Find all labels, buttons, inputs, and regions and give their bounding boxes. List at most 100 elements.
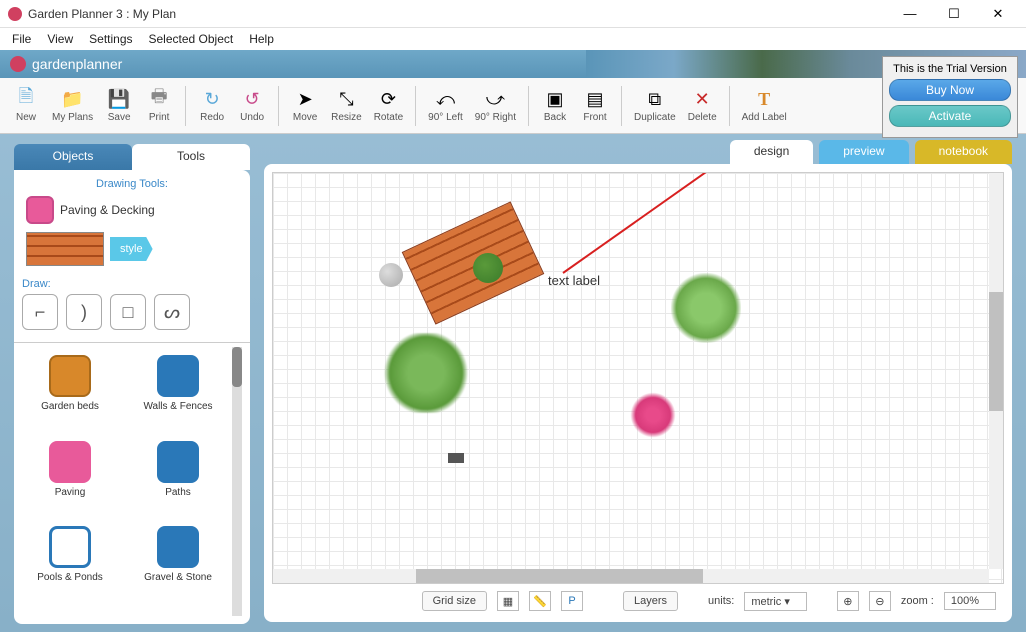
zoom-select[interactable]: 100% [944,592,996,610]
duplicate-button[interactable]: ⧉Duplicate [628,84,682,127]
zoom-label: zoom : [901,595,934,607]
brand-icon [10,56,26,72]
menu-selected-object[interactable]: Selected Object [141,30,242,48]
obj-paving[interactable]: Paving [26,441,114,523]
text-icon: T [753,88,775,110]
new-button[interactable]: 🗎New [6,84,46,127]
grid-toggle-icon[interactable]: ▦ [497,591,519,611]
status-bar: Grid size ▦ 📏 P Layers units: metric ▾ ⊕… [272,584,1004,614]
print-button[interactable]: 🖶Print [139,84,179,127]
canvas-hscrollbar[interactable] [273,569,989,583]
delete-button[interactable]: ✕Delete [682,84,723,127]
draw-rect-button[interactable]: ⌐ [22,294,58,330]
canvas-area: design preview notebook text label Grid … [258,134,1026,632]
brick-swatch[interactable] [26,232,104,266]
rotate-right-button[interactable]: ⤻90° Right [469,84,522,127]
paving-decking-row[interactable]: Paving & Decking [22,196,242,224]
buy-now-button[interactable]: Buy Now [889,79,1011,101]
style-button[interactable]: style [110,237,153,261]
flower-object[interactable] [628,391,678,439]
document-icon: 🗎 [15,88,37,110]
tab-notebook[interactable]: notebook [915,140,1012,164]
draw-curve-button[interactable]: ) [66,294,102,330]
paving-decking-icon [26,196,54,224]
delete-icon: ✕ [691,88,713,110]
separator [415,86,416,126]
gridsize-button[interactable]: Grid size [422,591,487,611]
small-object[interactable] [448,453,464,463]
annotation-arrow [553,172,743,283]
send-back-icon: ▣ [544,88,566,110]
move-button[interactable]: ➤Move [285,84,325,127]
pools-icon [49,526,91,568]
trial-popup: This is the Trial Version Buy Now Activa… [882,56,1018,138]
garden-bed-icon [49,355,91,397]
bush-object[interactable] [473,253,503,283]
print-icon: 🖶 [148,88,170,110]
maximize-button[interactable]: ☐ [942,6,966,22]
myplans-button[interactable]: 📁My Plans [46,84,99,127]
rotate-left-icon: ⤺ [434,88,456,110]
resize-button[interactable]: ⤡Resize [325,84,368,127]
activate-button[interactable]: Activate [889,105,1011,127]
front-button[interactable]: ▤Front [575,84,615,127]
tree-object-2[interactable] [671,273,741,343]
menu-settings[interactable]: Settings [81,30,140,48]
separator [729,86,730,126]
obj-pools-ponds[interactable]: Pools & Ponds [26,526,114,608]
gravel-icon [157,526,199,568]
tab-preview[interactable]: preview [819,140,908,164]
folder-icon: 📁 [62,88,84,110]
close-button[interactable]: ✕ [986,6,1010,22]
redo-icon: ↻ [201,88,223,110]
menu-bar: File View Settings Selected Object Help [0,28,1026,50]
tab-design[interactable]: design [730,140,813,164]
circle-object[interactable] [379,263,403,287]
text-label-object[interactable]: text label [548,273,600,288]
obj-walls-fences[interactable]: Walls & Fences [134,355,222,437]
p-icon[interactable]: P [561,591,583,611]
units-select[interactable]: metric ▾ [744,592,807,611]
rotate-right-icon: ⤻ [484,88,506,110]
obj-paths[interactable]: Paths [134,441,222,523]
obj-gravel-stone[interactable]: Gravel & Stone [134,526,222,608]
menu-file[interactable]: File [4,30,39,48]
menu-help[interactable]: Help [241,30,282,48]
tab-objects[interactable]: Objects [14,144,132,170]
brand-bar: gardenplanner [0,50,1026,78]
save-button[interactable]: 💾Save [99,84,139,127]
canvas-vscrollbar[interactable] [989,173,1003,569]
zoom-in-icon[interactable]: ⊕ [837,591,859,611]
sidebar-scrollbar[interactable] [232,347,242,616]
obj-garden-beds[interactable]: Garden beds [26,355,114,437]
undo-icon: ↺ [241,88,263,110]
rotate-icon: ⟳ [377,88,399,110]
tab-tools[interactable]: Tools [132,144,250,170]
zoom-out-icon[interactable]: ⊖ [869,591,891,611]
rotate-button[interactable]: ⟳Rotate [368,84,409,127]
undo-button[interactable]: ↺Undo [232,84,272,127]
rotate-left-button[interactable]: ⤺90° Left [422,84,469,127]
paving-icon [49,441,91,483]
ruler-icon[interactable]: 📏 [529,591,551,611]
resize-icon: ⤡ [335,88,357,110]
draw-label: Draw: [22,278,242,290]
window-title: Garden Planner 3 : My Plan [28,7,898,21]
divider [14,342,250,343]
back-button[interactable]: ▣Back [535,84,575,127]
section-title: Drawing Tools: [22,178,242,190]
save-icon: 💾 [108,88,130,110]
add-label-button[interactable]: TAdd Label [736,84,793,127]
draw-square-button[interactable]: □ [110,294,146,330]
separator [528,86,529,126]
minimize-button[interactable]: — [898,6,922,22]
menu-view[interactable]: View [39,30,81,48]
tree-object-1[interactable] [381,333,471,413]
paving-decking-label: Paving & Decking [60,203,155,217]
app-icon [8,7,22,21]
trial-title: This is the Trial Version [889,63,1011,75]
layers-button[interactable]: Layers [623,591,678,611]
draw-free-button[interactable]: ᔕ [154,294,190,330]
redo-button[interactable]: ↻Redo [192,84,232,127]
design-canvas[interactable]: text label [272,172,1004,584]
